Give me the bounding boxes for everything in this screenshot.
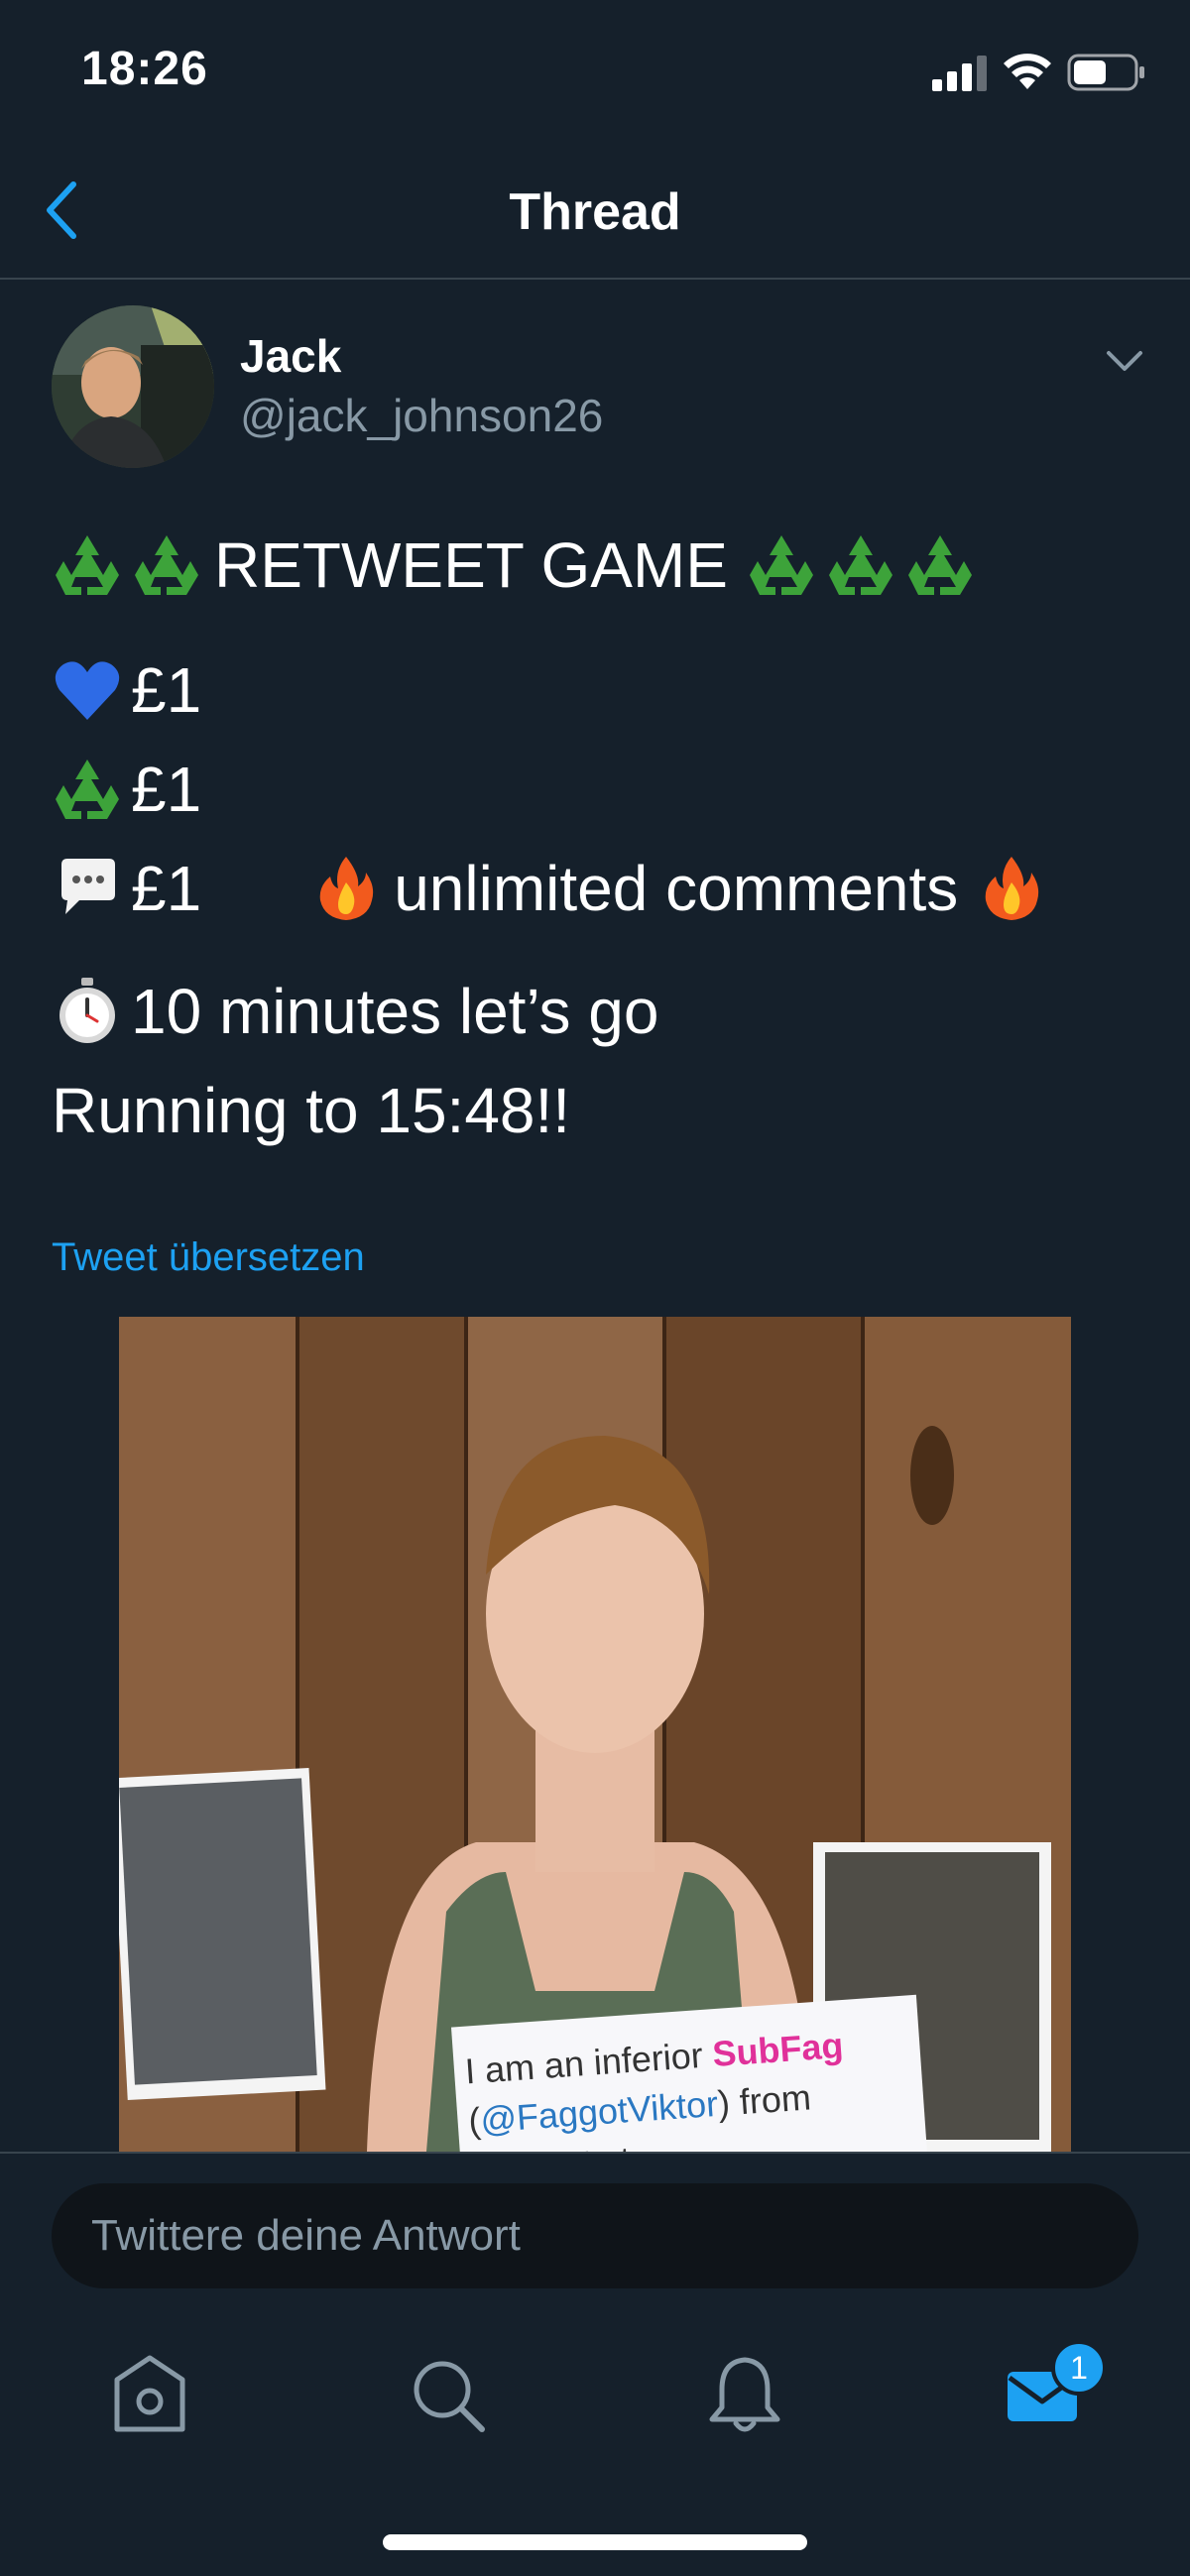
like-price: £1 [131, 654, 202, 726]
timer-text: 10 minutes let’s go [131, 976, 659, 1047]
bell-icon[interactable] [700, 2350, 789, 2439]
chevron-down-icon[interactable] [1105, 347, 1144, 377]
speech-bubble-icon [61, 859, 115, 914]
tweet-line-running: Running to 15:48!! [52, 1061, 1142, 1160]
page-title: Thread [509, 183, 681, 241]
battery-icon [1067, 54, 1144, 91]
stopwatch-icon [60, 978, 115, 1043]
tweet-line-timer: 10 minutes let’s go [52, 962, 1142, 1061]
recycle-icon [907, 535, 972, 595]
fire-icon [319, 857, 374, 920]
recycle-icon [56, 760, 119, 819]
translate-tweet-link[interactable]: Tweet übersetzen [52, 1235, 365, 1280]
reply-bar [0, 2152, 1190, 2308]
author-handle[interactable]: @jack_johnson26 [240, 389, 603, 442]
messages-badge: 1 [1051, 2340, 1107, 2396]
comment-extra: unlimited comments [394, 853, 959, 924]
navigation-bar: Thread [0, 149, 1190, 280]
avatar[interactable] [52, 305, 214, 468]
comment-price: £1 [131, 853, 202, 924]
status-time: 18:26 [81, 43, 208, 95]
blue-heart-icon [55, 661, 120, 720]
recycle-icon [135, 535, 198, 595]
author-name[interactable]: Jack [240, 329, 341, 383]
recycle-icon [828, 535, 892, 595]
tweet-line-retweet: £1 [52, 740, 1142, 839]
recycle-icon [56, 535, 119, 595]
cellular-signal-icon [932, 56, 987, 91]
tweet-line-retweet-game: RETWEET GAME [52, 516, 1142, 615]
home-indicator[interactable] [383, 2534, 807, 2550]
tweet-headline: RETWEET GAME [214, 529, 728, 601]
tweet-media-image[interactable]: I am an inferior SubFag (@FaggotViktor) … [119, 1317, 1071, 2152]
running-text: Running to 15:48!! [52, 1075, 571, 1146]
reply-input[interactable] [52, 2183, 1138, 2288]
avatar-photo [52, 305, 214, 468]
recycle-icon [749, 535, 813, 595]
tweet-line-like: £1 [52, 641, 1142, 740]
retweet-price: £1 [131, 754, 202, 825]
status-bar: 18:26 [0, 0, 1190, 139]
home-icon[interactable] [105, 2350, 194, 2439]
fire-icon [985, 857, 1039, 920]
wifi-icon [1004, 54, 1051, 89]
twitter-thread-screen: 18:26 Thread Jack @jack_johnson26 RETWEE… [0, 0, 1190, 2576]
tweet-line-comment: £1 unlimited comments [52, 839, 1142, 938]
search-icon[interactable] [403, 2350, 492, 2439]
tweet-text: RETWEET GAME £1 £1 £1 unlimited comments [52, 516, 1142, 1160]
